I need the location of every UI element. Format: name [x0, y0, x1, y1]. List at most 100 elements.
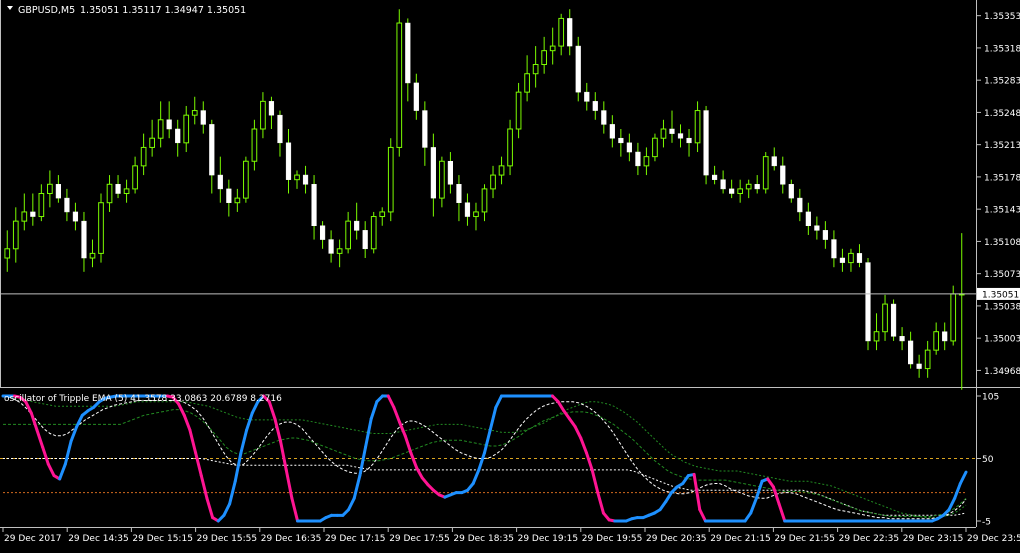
- signal-line-4: [3, 458, 967, 516]
- oscillator-axis: 105 50 -5: [977, 393, 999, 528]
- oscillator-segment: [953, 482, 962, 500]
- candle-body-bear: [72, 211, 79, 222]
- chart-header: GBPUSD,M5 1.35051 1.35117 1.34947 1.3505…: [7, 5, 246, 16]
- oscillator-segment: [63, 439, 73, 466]
- candle-body-bear: [584, 91, 590, 102]
- candle-body-bull: [524, 73, 530, 93]
- time-axis: 29 Dec 2017 29 Dec 14:35 29 Dec 15:15 29 De…: [2, 528, 1020, 544]
- oscillator-segment: [958, 470, 968, 485]
- candle-body-bear: [703, 110, 709, 176]
- candle-body-bull: [396, 22, 403, 148]
- candle-body-bull: [387, 146, 394, 213]
- time-tick-label: 29 Dec 21:55: [774, 534, 835, 544]
- candle-body-bull: [183, 114, 190, 144]
- current-price-label: 1.35051: [982, 290, 1019, 300]
- osc-tick-label: -5: [982, 518, 991, 528]
- osc-tick-label: 50: [982, 455, 994, 465]
- candle-body-bear: [831, 239, 837, 259]
- candle-body-bull: [370, 216, 377, 250]
- oscillator-segment: [177, 402, 186, 417]
- indicator-title: oscillator of Tripple EMA (5) 41.3578 33…: [4, 394, 282, 404]
- price-tick-label: 1.35073: [984, 270, 1020, 280]
- oscillator-segment: [347, 496, 356, 512]
- candle-body-bear: [814, 225, 820, 231]
- time-tick-label: 29 Dec 16:35: [261, 534, 322, 544]
- candle-body-bull: [882, 303, 888, 333]
- price-tick-label: 1.35353: [984, 12, 1020, 22]
- candle-body-bull: [98, 202, 104, 254]
- candle-body-bear: [115, 184, 121, 194]
- candle-body-bear: [567, 18, 573, 47]
- candle-body-bear: [754, 184, 760, 190]
- candle-body-bull: [21, 211, 28, 222]
- candle-body-bear: [319, 225, 326, 240]
- candle-body-bear: [780, 165, 786, 185]
- time-tick-label: 29 Dec 17:55: [389, 534, 450, 544]
- candle-body-bear: [362, 230, 368, 250]
- time-tick-label: 29 Dec 23:15: [903, 534, 964, 544]
- oscillator-segment: [369, 400, 379, 421]
- time-tick-label: 29 Dec 17:15: [325, 534, 386, 544]
- oscillator-segment: [182, 413, 192, 432]
- candle-body-bull: [106, 183, 113, 204]
- candle-body-bear: [55, 184, 61, 199]
- price-tick-label: 1.35318: [984, 44, 1020, 54]
- price-tick-label: 1.35038: [984, 302, 1020, 312]
- time-tick-label: 29 Dec 20:35: [646, 534, 707, 544]
- time-tick-label: 29 Dec 22:35: [839, 534, 900, 544]
- candle: [652, 133, 658, 162]
- candle-body-bull: [345, 220, 351, 250]
- candle-body-bear: [805, 211, 811, 227]
- candle-body-bear: [354, 220, 360, 231]
- candle-body-bear: [686, 137, 692, 144]
- oscillator-segment: [58, 462, 67, 481]
- candle-body-bull: [873, 331, 880, 342]
- candle: [762, 152, 769, 194]
- candle-body-bear: [81, 220, 87, 259]
- candle-body-bull: [660, 128, 667, 139]
- oscillator-segment: [698, 508, 707, 523]
- oscillator-segment: [409, 451, 419, 470]
- candle: [890, 299, 897, 341]
- candle: [703, 105, 709, 185]
- candle-body-bull: [498, 165, 505, 176]
- time-tick-label: 29 Dec 23:55: [967, 534, 1020, 544]
- oscillator-segment: [273, 417, 283, 443]
- candle-body-bear: [712, 174, 718, 180]
- candle-body-bear: [635, 151, 641, 167]
- candle: [865, 258, 871, 351]
- candle-body-bear: [166, 119, 172, 130]
- candle-body-bull: [694, 110, 701, 144]
- candle-body-bear: [865, 262, 871, 342]
- candle-body-bull: [933, 331, 940, 351]
- oscillator-segment: [199, 474, 209, 500]
- time-tick-label: 29 Dec 19:15: [518, 534, 579, 544]
- candle-body-bear: [311, 184, 317, 227]
- candle-body-bear: [413, 82, 419, 111]
- oscillator-segment: [596, 491, 605, 515]
- oscillator-segment: [477, 451, 486, 472]
- candle-body-bull: [848, 252, 854, 264]
- oscillator-segment: [352, 474, 362, 500]
- price-tick-label: 1.35178: [984, 173, 1020, 183]
- oscillator-segment: [29, 411, 39, 432]
- candle-body-bull: [737, 188, 744, 194]
- candle-body-bull: [558, 17, 565, 47]
- candle-body-bull: [762, 156, 769, 190]
- oscillator-segment: [471, 468, 481, 485]
- price-tick-label: 1.35108: [984, 238, 1020, 248]
- candle-body-bear: [209, 124, 215, 176]
- candle: [387, 138, 394, 222]
- oscillator-segment: [245, 411, 254, 432]
- candle-body-bear: [669, 128, 675, 134]
- candle-body-bear: [618, 137, 624, 144]
- candle-body-bull: [950, 293, 957, 342]
- price-tick-label: 1.35283: [984, 77, 1020, 87]
- time-tick-label: 29 Dec 2017: [4, 534, 62, 544]
- candle-body-bull: [549, 45, 556, 52]
- candle-body-bear: [268, 101, 275, 116]
- candle-body-bear: [285, 142, 292, 180]
- candle: [370, 211, 377, 254]
- oscillator-segment: [556, 400, 566, 413]
- candle-body-bull: [243, 160, 249, 199]
